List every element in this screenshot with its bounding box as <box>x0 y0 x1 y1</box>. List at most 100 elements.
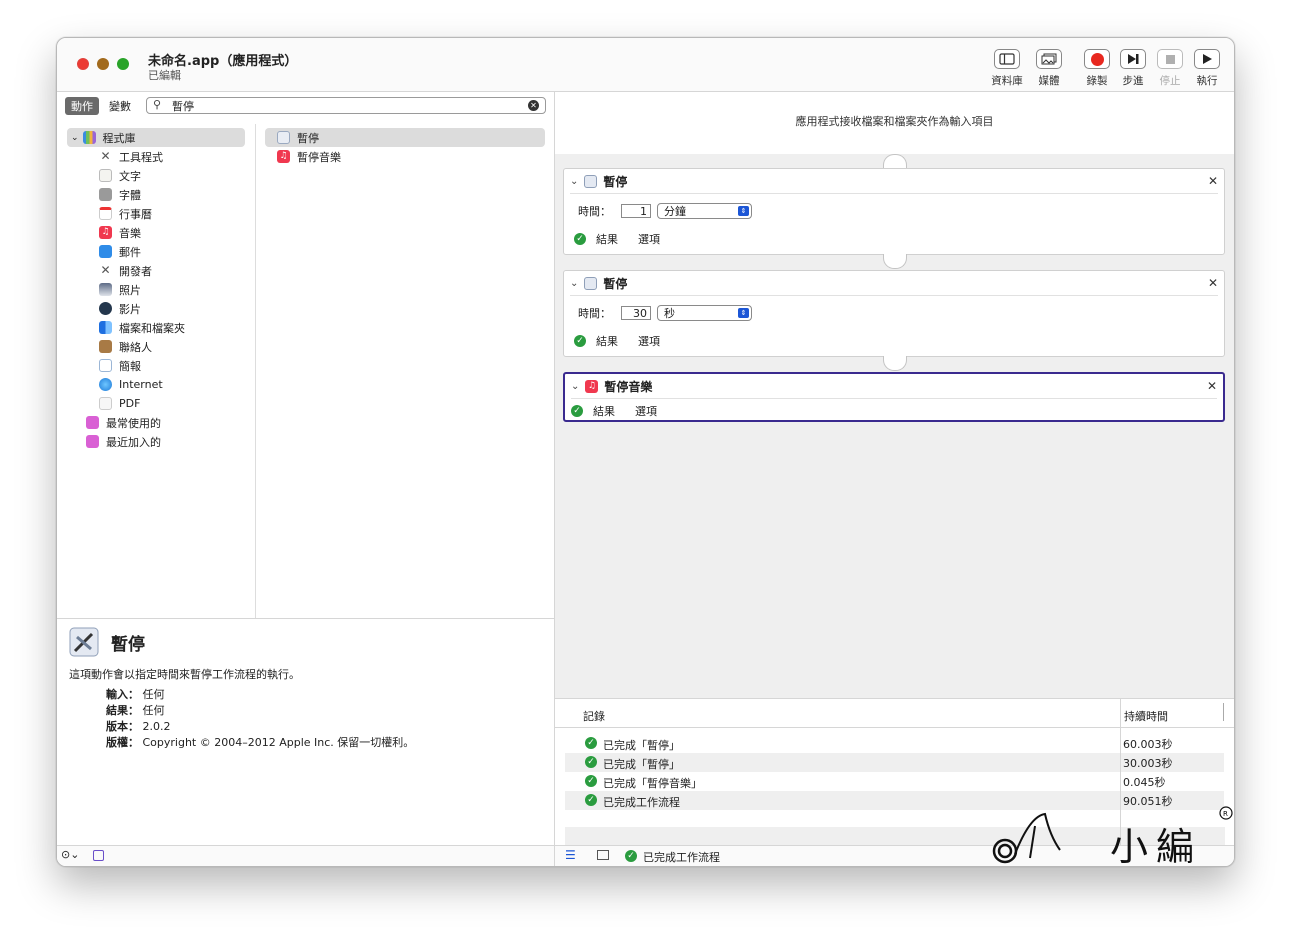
media-toolbar-button[interactable]: 媒體 <box>1027 49 1071 88</box>
options-button[interactable]: 選項 <box>635 403 657 419</box>
zoom-window-button[interactable] <box>117 58 129 70</box>
tree-item-files-folders[interactable]: 檔案和檔案夾 <box>67 318 245 337</box>
log-duration: 30.003秒 <box>1123 757 1173 770</box>
tree-item-contacts[interactable]: 聯絡人 <box>67 337 245 356</box>
library-toolbar-button[interactable]: 資料庫 <box>985 49 1029 88</box>
stop-icon <box>1157 49 1183 69</box>
split-view-icon[interactable] <box>597 850 609 860</box>
description-toggle-icon[interactable] <box>93 850 104 861</box>
chevron-updown-icon: ⇕ <box>738 206 749 216</box>
svg-text:R: R <box>1223 810 1228 818</box>
time-unit-select[interactable]: 秒 ⇕ <box>657 305 752 321</box>
time-row: 時間： 1 分鐘 ⇕ <box>578 203 1210 219</box>
tree-item-utilities[interactable]: ✕ 工具程式 <box>67 147 245 166</box>
workflow-connector <box>883 356 907 371</box>
action-name: 暫停 <box>603 276 628 291</box>
log-row[interactable]: ✓ 已完成「暫停」 60.003秒 <box>565 734 1224 753</box>
tree-item-movies[interactable]: 影片 <box>67 299 245 318</box>
options-button[interactable]: 選項 <box>638 333 660 349</box>
results-button[interactable]: 結果 <box>593 403 615 419</box>
developer-icon: ✕ <box>99 263 112 277</box>
duration-column-header[interactable]: 持續時間 <box>1124 708 1168 724</box>
close-icon[interactable]: ✕ <box>1207 379 1217 393</box>
close-icon[interactable]: ✕ <box>1208 174 1218 188</box>
action-card-pause-2: ⌄ 暫停 ✕ 時間： 30 秒 ⇕ ✓ 結果 選項 <box>563 270 1225 357</box>
tree-item-recently-added[interactable]: 最近加入的 <box>67 432 245 451</box>
tree-item-calendar[interactable]: 行事曆 <box>67 204 245 223</box>
minimize-window-button[interactable] <box>97 58 109 70</box>
checkmark-icon: ✓ <box>585 756 597 768</box>
music-icon: ♫ <box>585 379 599 393</box>
tree-item-internet[interactable]: Internet <box>67 375 245 394</box>
tree-item-label: 聯絡人 <box>119 340 152 354</box>
tree-item-label: 音樂 <box>119 226 141 240</box>
log-row[interactable]: ✓ 已完成「暫停音樂」 0.045秒 <box>565 772 1224 791</box>
chevron-down-icon[interactable]: ⌄ <box>570 176 578 187</box>
column-divider[interactable] <box>255 124 256 619</box>
description-title: 暫停 <box>111 635 145 655</box>
presentation-icon <box>99 359 112 372</box>
variables-tab[interactable]: 變數 <box>103 97 137 115</box>
column-divider <box>1223 703 1224 721</box>
close-icon[interactable]: ✕ <box>1208 276 1218 290</box>
tree-item-fonts[interactable]: 字體 <box>67 185 245 204</box>
time-value-input[interactable]: 1 <box>621 204 651 218</box>
log-text: 已完成「暫停音樂」 <box>603 777 702 790</box>
input-value: 任何 <box>142 688 165 701</box>
search-field[interactable]: ⚲ 暫停 ✕ <box>146 97 546 114</box>
log-text: 已完成工作流程 <box>603 796 680 809</box>
chevron-updown-icon: ⇕ <box>738 308 749 318</box>
tree-item-label: 影片 <box>119 302 141 316</box>
tree-item-presentation[interactable]: 簡報 <box>67 356 245 375</box>
workflow-pane: 應用程式接收檔案和檔案夾作為輸入項目 ⌄ 暫停 ✕ 時間： 1 分鐘 ⇕ ✓ 結果… <box>555 92 1234 866</box>
tree-item-photos[interactable]: 照片 <box>67 280 245 299</box>
tree-item-label: 工具程式 <box>119 150 163 164</box>
tree-item-text[interactable]: 文字 <box>67 166 245 185</box>
result-item-pause[interactable]: 暫停 <box>265 128 545 147</box>
tree-item-label: 字體 <box>119 188 141 202</box>
options-button[interactable]: 選項 <box>638 231 660 247</box>
contacts-icon <box>99 340 112 353</box>
record-icon <box>1084 49 1110 69</box>
chevron-down-icon[interactable]: ⌄ <box>571 381 579 392</box>
tree-item-pdf[interactable]: PDF <box>67 394 245 413</box>
tree-item-label: 照片 <box>119 283 141 297</box>
card-footer: ✓ 結果 選項 <box>574 333 1210 349</box>
close-window-button[interactable] <box>77 58 89 70</box>
result-item-pause-music[interactable]: ♫ 暫停音樂 <box>265 147 545 166</box>
internet-icon <box>99 378 112 391</box>
results-button[interactable]: 結果 <box>596 231 618 247</box>
checkmark-icon: ✓ <box>574 233 586 245</box>
tree-item-library[interactable]: ⌄ 程式庫 <box>67 128 245 147</box>
log-duration: 0.045秒 <box>1123 776 1166 789</box>
photos-icon <box>99 283 112 296</box>
tree-item-most-used[interactable]: 最常使用的 <box>67 413 245 432</box>
version-label: 版本： <box>106 720 139 733</box>
time-unit-value: 秒 <box>664 307 675 320</box>
actions-tab[interactable]: 動作 <box>65 97 99 115</box>
tree-item-label: 開發者 <box>119 264 152 278</box>
tree-item-mail[interactable]: 郵件 <box>67 242 245 261</box>
results-button[interactable]: 結果 <box>596 333 618 349</box>
result-value: 任何 <box>142 704 165 717</box>
run-toolbar-button[interactable]: 執行 <box>1185 49 1229 88</box>
time-unit-select[interactable]: 分鐘 ⇕ <box>657 203 752 219</box>
search-input[interactable]: 暫停 <box>172 98 194 114</box>
list-view-icon[interactable]: ☰ <box>565 848 576 862</box>
tree-item-music[interactable]: ♫ 音樂 <box>67 223 245 242</box>
workflow-input-hint: 應用程式接收檔案和檔案夾作為輸入項目 <box>555 92 1234 154</box>
time-value-input[interactable]: 30 <box>621 306 651 320</box>
description-meta: 輸入： 任何 結果： 任何 版本： 2.0.2 版權： Copyright © … <box>106 687 414 751</box>
action-card-pause-1: ⌄ 暫停 ✕ 時間： 1 分鐘 ⇕ ✓ 結果 選項 <box>563 168 1225 255</box>
result-item-label: 暫停 <box>297 131 319 145</box>
more-options-icon[interactable]: ⊙⌄ <box>61 848 79 861</box>
log-column-header[interactable]: 記錄 <box>583 708 605 724</box>
tree-item-developer[interactable]: ✕ 開發者 <box>67 261 245 280</box>
photos-icon <box>1036 49 1062 69</box>
action-card-pause-music: ⌄ ♫ 暫停音樂 ✕ ✓ 結果 選項 <box>563 372 1225 422</box>
chevron-down-icon[interactable]: ⌄ <box>570 278 578 289</box>
log-row[interactable]: ✓ 已完成「暫停」 30.003秒 <box>565 753 1224 772</box>
clear-search-icon[interactable]: ✕ <box>528 100 539 111</box>
description-divider[interactable] <box>57 618 554 619</box>
card-footer: ✓ 結果 選項 <box>571 403 1209 419</box>
